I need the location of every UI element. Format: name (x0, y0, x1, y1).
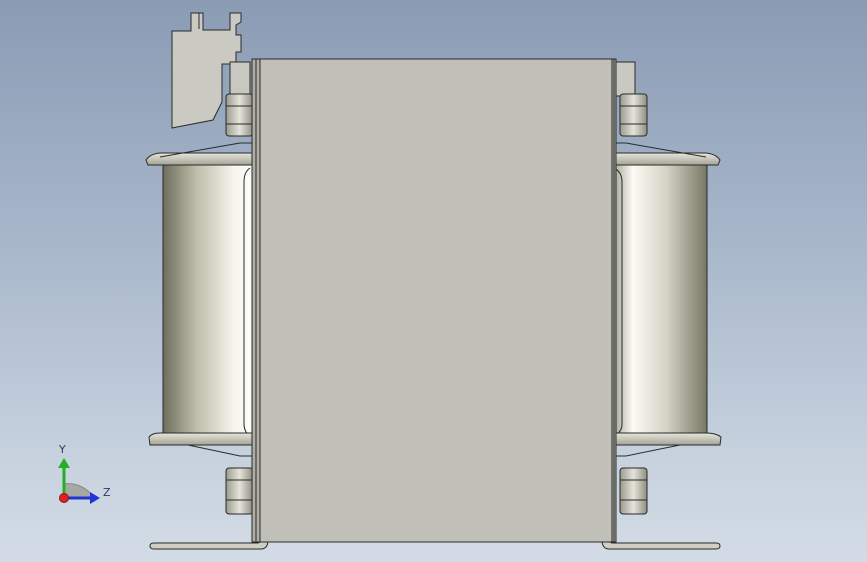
coil-right (607, 159, 708, 443)
coordinate-triad (58, 458, 100, 504)
transformer-model[interactable] (0, 0, 867, 562)
coil-left (162, 159, 259, 443)
bolt-top-right (619, 93, 648, 137)
triad-z-label: Z (103, 486, 111, 499)
triad-y-label: Y (59, 443, 66, 456)
bolt-bottom-right (619, 467, 648, 515)
z-axis-arrow (90, 492, 100, 504)
graphics-viewport[interactable]: Y Z (0, 0, 867, 562)
mounting-foot-left (149, 537, 269, 550)
x-axis-point (59, 493, 69, 503)
mounting-foot-right (601, 537, 721, 550)
core-frame (251, 58, 617, 543)
y-axis-arrow (58, 458, 70, 468)
bolt-top-left (225, 93, 254, 137)
bolt-bottom-left (225, 467, 254, 515)
